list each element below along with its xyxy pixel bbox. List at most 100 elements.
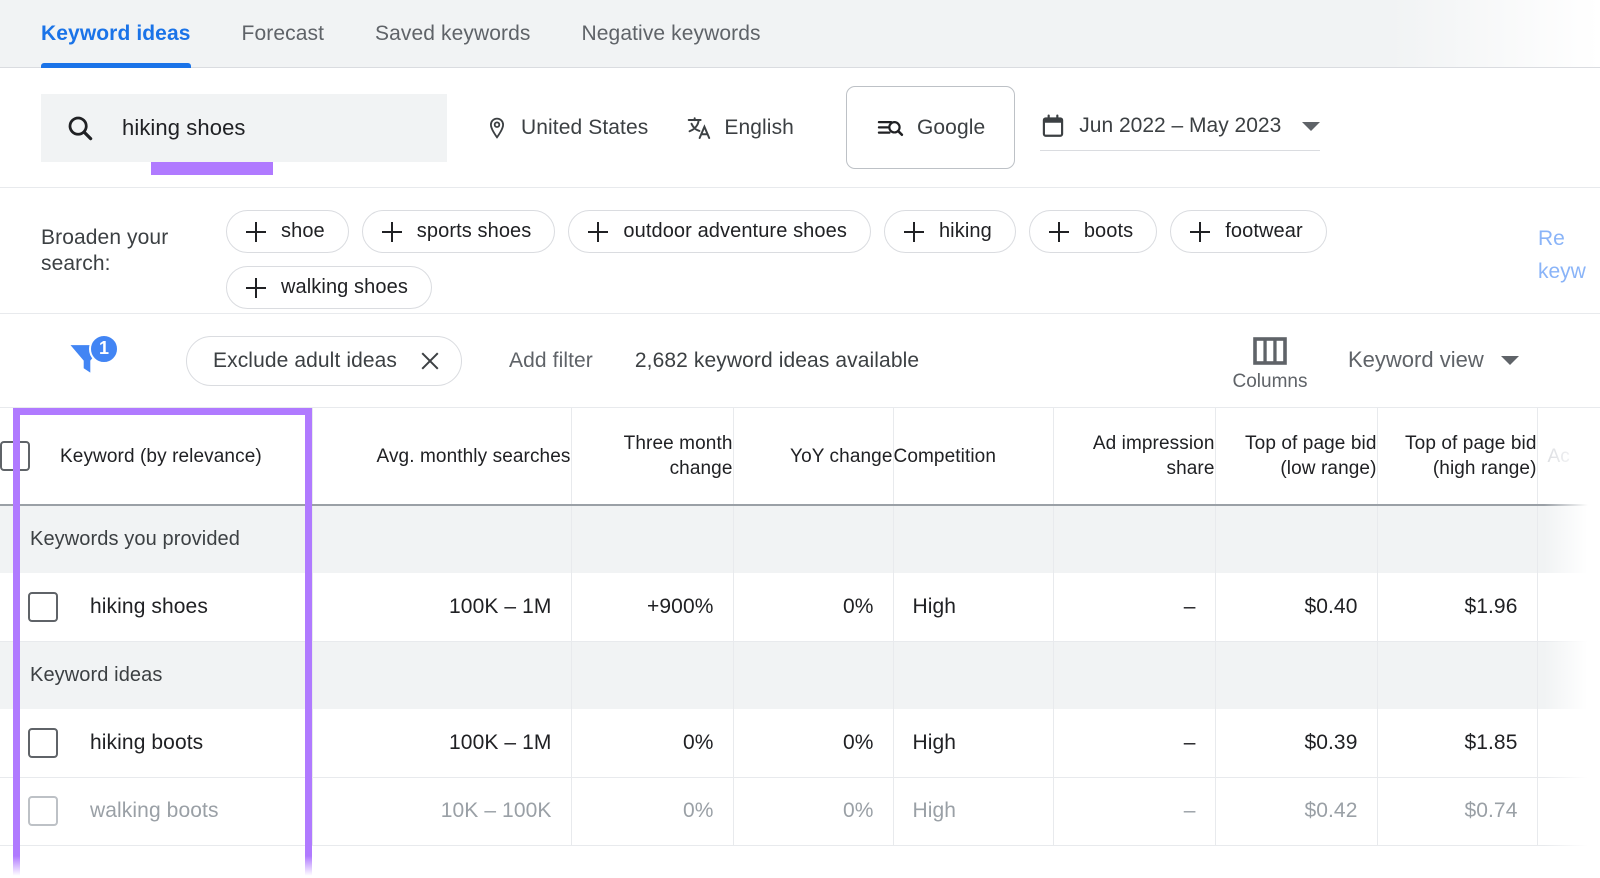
cell-top-bid-high: $0.74 [1377, 777, 1537, 845]
location-selector[interactable]: United States [485, 116, 648, 140]
refine-keywords-line2: keyw [1538, 255, 1600, 288]
tab-saved-keywords[interactable]: Saved keywords [375, 0, 530, 68]
cell-ad-impression-share: – [1053, 573, 1215, 641]
column-header-keyword[interactable]: Keyword (by relevance) [0, 408, 312, 505]
location-label: United States [521, 116, 648, 140]
keyword-text: hiking boots [90, 731, 203, 755]
columns-button[interactable]: Columns [1222, 336, 1318, 393]
column-header-three-month-change[interactable]: Three month change [571, 408, 733, 505]
broaden-search-row: Broaden your search: shoe sports shoes o… [0, 188, 1600, 314]
row-checkbox[interactable] [28, 592, 58, 622]
cell-yoy-change: 0% [733, 777, 893, 845]
active-filter-chip[interactable]: Exclude adult ideas [186, 336, 462, 386]
language-selector[interactable]: English [686, 115, 794, 141]
plus-icon [246, 278, 266, 298]
column-header-top-bid-low[interactable]: Top of page bid (low range) [1215, 408, 1377, 505]
group-header-row: Keyword ideas [0, 641, 1600, 709]
cell-three-month-change: 0% [571, 709, 733, 777]
row-checkbox[interactable] [28, 796, 58, 826]
group-spacer-cell [1215, 641, 1377, 709]
cell-yoy-change: 0% [733, 573, 893, 641]
plus-icon [1190, 222, 1210, 242]
keyword-table: Keyword (by relevance) Avg. monthly sear… [0, 408, 1600, 846]
cell-top-bid-high: $1.85 [1377, 709, 1537, 777]
select-all-checkbox[interactable] [0, 441, 30, 471]
filter-row: 1 Exclude adult ideas Add filter 2,682 k… [0, 314, 1600, 408]
keyword-view-label: Keyword view [1348, 347, 1484, 373]
cell-top-bid-low: $0.39 [1215, 709, 1377, 777]
keyword-view-selector[interactable]: Keyword view [1348, 347, 1519, 373]
refine-keywords-link[interactable]: Re keyw [1538, 222, 1600, 288]
plus-icon [246, 222, 266, 242]
group-header-label: Keywords you provided [0, 505, 312, 573]
tab-negative-keywords[interactable]: Negative keywords [582, 0, 761, 68]
column-header-top-bid-high[interactable]: Top of page bid (high range) [1377, 408, 1537, 505]
active-filter-label: Exclude adult ideas [213, 349, 397, 373]
cell-keyword: hiking shoes [0, 573, 312, 641]
calendar-icon [1040, 113, 1066, 139]
column-header-competition[interactable]: Competition [893, 408, 1053, 505]
group-spacer-cell [1537, 641, 1600, 709]
broaden-chip-label: boots [1084, 220, 1133, 243]
cell-keyword: hiking boots [0, 709, 312, 777]
search-row: United States English Google [0, 68, 1600, 188]
column-header-truncated[interactable]: Ac [1537, 408, 1600, 505]
language-label: English [724, 116, 794, 140]
date-range-label: Jun 2022 – May 2023 [1079, 114, 1281, 138]
tab-keyword-ideas[interactable]: Keyword ideas [41, 0, 191, 68]
broaden-search-label: Broaden your search: [41, 210, 226, 277]
broaden-chip[interactable]: sports shoes [362, 210, 556, 253]
broaden-chip[interactable]: outdoor adventure shoes [568, 210, 871, 253]
filter-funnel-button[interactable]: 1 [65, 336, 115, 386]
broaden-chip[interactable]: boots [1029, 210, 1157, 253]
tab-forecast[interactable]: Forecast [242, 0, 325, 68]
broaden-chip[interactable]: footwear [1170, 210, 1327, 253]
cell-avg-monthly-searches: 100K – 1M [312, 573, 571, 641]
keyword-text: walking boots [90, 799, 219, 823]
search-network-selector[interactable]: Google [846, 86, 1015, 169]
group-spacer-cell [1215, 505, 1377, 573]
broaden-chip[interactable]: hiking [884, 210, 1016, 253]
cell-three-month-change: +900% [571, 573, 733, 641]
column-header-yoy-change[interactable]: YoY change [733, 408, 893, 505]
broaden-chip[interactable]: walking shoes [226, 266, 432, 309]
group-spacer-cell [893, 505, 1053, 573]
keyword-planner-page: Keyword ideas Forecast Saved keywords Ne… [0, 0, 1600, 878]
row-checkbox[interactable] [28, 728, 58, 758]
table-row[interactable]: walking boots 10K – 100K 0% 0% High – $0… [0, 777, 1600, 845]
close-icon[interactable] [419, 350, 441, 372]
keyword-ideas-count: 2,682 keyword ideas available [635, 349, 919, 373]
tab-label: Forecast [242, 22, 325, 46]
search-input[interactable] [122, 115, 392, 141]
search-network-label: Google [917, 116, 985, 140]
location-pin-icon [485, 116, 509, 140]
cell-truncated [1537, 777, 1600, 845]
column-header-ad-impression-share[interactable]: Ad impression share [1053, 408, 1215, 505]
add-filter-button[interactable]: Add filter [509, 349, 593, 373]
plus-icon [382, 222, 402, 242]
cell-competition: High [893, 573, 1053, 641]
keyword-table-head: Keyword (by relevance) Avg. monthly sear… [0, 408, 1600, 505]
table-header-row: Keyword (by relevance) Avg. monthly sear… [0, 408, 1600, 505]
columns-label: Columns [1233, 371, 1308, 393]
broaden-chip[interactable]: shoe [226, 210, 349, 253]
broaden-chip-label: outdoor adventure shoes [623, 220, 847, 243]
group-spacer-cell [733, 641, 893, 709]
broaden-chip-label: sports shoes [417, 220, 532, 243]
chevron-down-icon [1302, 122, 1320, 131]
broaden-chip-label: hiking [939, 220, 992, 243]
column-header-avg-monthly-searches[interactable]: Avg. monthly searches [312, 408, 571, 505]
refine-keywords-line1: Re [1538, 222, 1600, 255]
group-spacer-cell [893, 641, 1053, 709]
cell-avg-monthly-searches: 100K – 1M [312, 709, 571, 777]
date-range-selector[interactable]: Jun 2022 – May 2023 [1040, 105, 1320, 151]
broaden-chip-list: shoe sports shoes outdoor adventure shoe… [226, 210, 1476, 309]
keyword-table-body: Keywords you provided hiking shoes [0, 505, 1600, 845]
table-row[interactable]: hiking boots 100K – 1M 0% 0% High – $0.3… [0, 709, 1600, 777]
tab-list: Keyword ideas Forecast Saved keywords Ne… [0, 0, 1600, 68]
group-spacer-cell [571, 505, 733, 573]
group-spacer-cell [571, 641, 733, 709]
cell-top-bid-high: $1.96 [1377, 573, 1537, 641]
keyword-search-box[interactable] [41, 94, 447, 162]
table-row[interactable]: hiking shoes 100K – 1M +900% 0% High – $… [0, 573, 1600, 641]
